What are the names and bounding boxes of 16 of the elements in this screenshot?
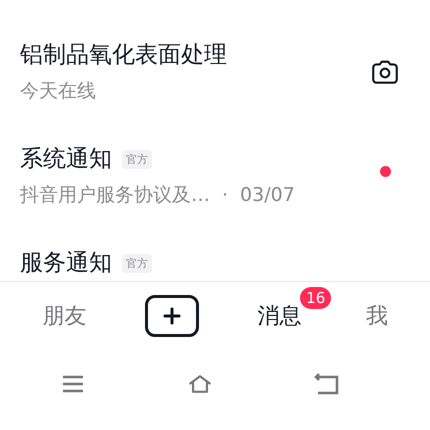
message-preview: 抖音用户服务协议及… [20,183,210,208]
official-tag: 官方 [122,150,152,168]
message-time: 03/07 [240,184,295,206]
official-tag: 官方 [122,254,152,272]
plus-icon [162,306,182,326]
back-icon[interactable] [314,372,340,396]
conversation-title: 服务通知 [20,249,112,278]
conversation-title: 系统通知 [20,145,112,174]
message-preview: 今天在线 [20,79,96,104]
tab[interactable]: 我 [360,297,394,335]
create-button[interactable] [144,295,199,337]
tab[interactable]: 朋友 [36,297,92,335]
separator-dot: · [222,184,228,206]
conversation-title: 铝制品氧化表面处理 [20,41,227,70]
home-icon[interactable] [186,372,213,396]
unread-count-badge: 16 [300,287,332,309]
